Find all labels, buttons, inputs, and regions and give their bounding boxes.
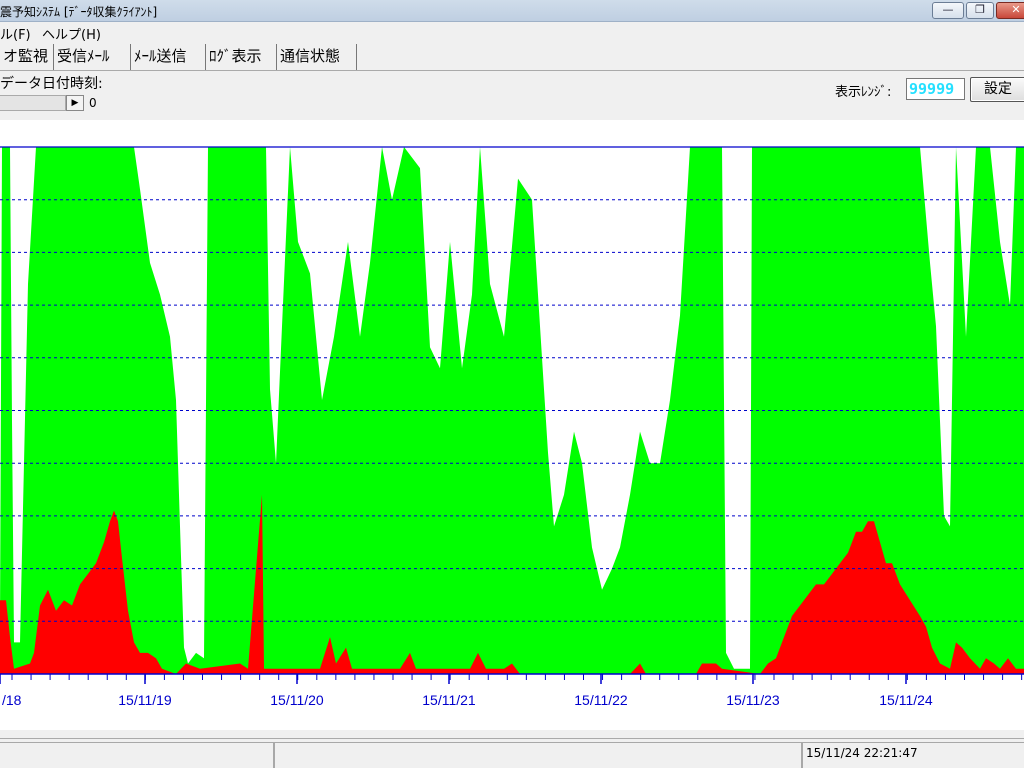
display-range-label: 表示ﾚﾝｼﾞ: (835, 85, 892, 100)
monitor-chart: /18 15/11/19 15/11/20 15/11/21 15/11/22 15/11… (0, 120, 1024, 730)
tab-monitor[interactable]: オ監視 (0, 44, 54, 70)
x-tick-label: /18 (2, 692, 22, 708)
x-tick-label: 15/11/23 (726, 692, 780, 708)
x-tick-label: 15/11/20 (270, 692, 324, 708)
x-tick-label: 15/11/21 (422, 692, 476, 708)
x-tick-label: 15/11/19 (118, 692, 172, 708)
menu-file[interactable]: ル(F) (0, 24, 31, 43)
tab-log-view[interactable]: ﾛｸﾞ表示 (206, 44, 277, 70)
display-range-input[interactable]: 99999 (906, 78, 965, 100)
slider-value: 0 (89, 96, 97, 110)
tab-label: ﾒｰﾙ送信 (134, 47, 187, 65)
status-datetime: 15/11/24 22:21:47 (806, 746, 918, 760)
tab-send-mail[interactable]: ﾒｰﾙ送信 (131, 44, 206, 70)
tab-strip: オ監視 受信ﾒｰﾙ ﾒｰﾙ送信 ﾛｸﾞ表示 通信状態 (0, 44, 1024, 70)
menu-help[interactable]: ヘルプ(H) (42, 24, 101, 43)
tab-received-mail[interactable]: 受信ﾒｰﾙ (54, 44, 131, 70)
maximize-button[interactable]: ❐ (966, 2, 994, 19)
tab-label: オ監視 (3, 47, 49, 65)
tab-label: ﾛｸﾞ表示 (209, 47, 262, 65)
data-datetime-label: データ日付時刻: (0, 76, 103, 92)
window-title: 震予知ｼｽﾃﾑ [ﾃﾞｰﾀ収集ｸﾗｲｱﾝﾄ] (0, 5, 158, 19)
window-titlebar: 震予知ｼｽﾃﾑ [ﾃﾞｰﾀ収集ｸﾗｲｱﾝﾄ] — ❐ ✕ (0, 0, 1024, 22)
minimize-button[interactable]: — (932, 2, 964, 19)
tab-label: 受信ﾒｰﾙ (57, 47, 110, 65)
chart-svg: /18 15/11/19 15/11/20 15/11/21 15/11/22 15/11… (0, 146, 1024, 708)
status-pane-2 (274, 742, 802, 768)
datetime-slider-track[interactable] (0, 95, 66, 111)
slider-right-arrow-icon[interactable]: ▶ (66, 95, 84, 111)
status-pane-1 (0, 742, 274, 768)
tab-divider (0, 70, 1024, 71)
status-bar: 15/11/24 22:21:47 (0, 738, 1024, 768)
menu-bar: ル(F) ヘルプ(H) (0, 22, 1024, 43)
close-button[interactable]: ✕ (996, 2, 1024, 19)
tab-connection-status[interactable]: 通信状態 (277, 44, 357, 70)
set-button[interactable]: 設定 (970, 77, 1024, 102)
tab-label: 通信状態 (280, 47, 341, 65)
x-tick-label: 15/11/22 (574, 692, 628, 708)
x-tick-label: 15/11/24 (879, 692, 933, 708)
